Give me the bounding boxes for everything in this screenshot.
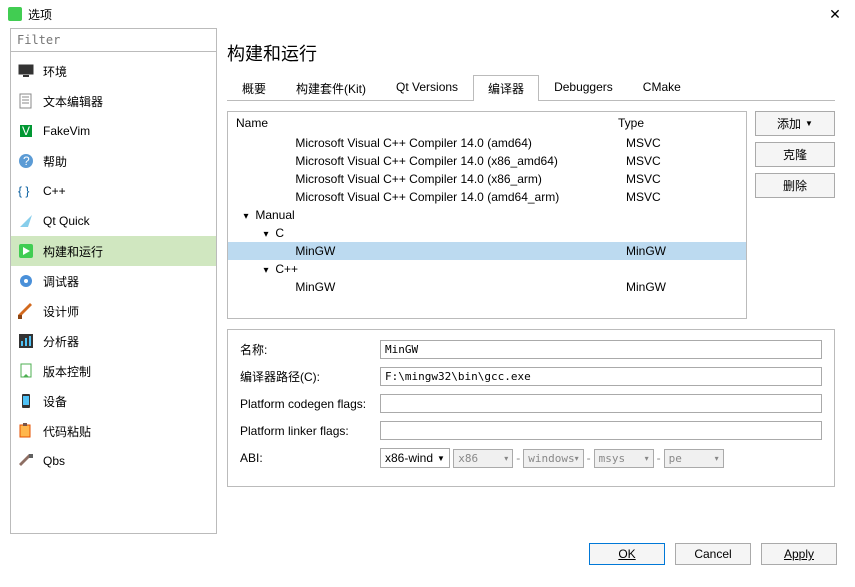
abi-main-select[interactable]: x86-wind▼ (380, 448, 450, 468)
tab-5[interactable]: CMake (628, 75, 696, 101)
tabs: 概要构建套件(Kit)Qt Versions编译器DebuggersCMake (227, 74, 835, 101)
tree-row[interactable]: Microsoft Visual C++ Compiler 14.0 (amd6… (228, 134, 746, 152)
doc-icon (17, 92, 35, 110)
sidebar-item-label: Qt Quick (43, 214, 90, 228)
cpp-icon: { } (17, 182, 35, 200)
sidebar-item-8[interactable]: 设计师 (11, 296, 216, 326)
tab-0[interactable]: 概要 (227, 75, 281, 101)
column-header-type[interactable]: Type (618, 116, 738, 130)
expander-icon: ▾ (260, 265, 272, 276)
build-icon (17, 242, 35, 260)
apply-button[interactable]: Apply (761, 543, 837, 565)
clone-button[interactable]: 克隆 (755, 142, 835, 167)
compiler-tree[interactable]: Name Type Microsoft Visual C++ Compiler … (227, 111, 747, 319)
close-icon[interactable]: ✕ (823, 6, 847, 23)
monitor-icon (17, 62, 35, 80)
abi-controls: x86-wind▼ x86 ▾-windows ▾-msys ▾-pe ▾ (380, 448, 724, 468)
device-icon (17, 392, 35, 410)
app-logo-icon (8, 7, 22, 21)
debug-icon (17, 272, 35, 290)
abi-label: ABI: (240, 451, 380, 465)
compiler-path-label: 编译器路径(C): (240, 368, 380, 385)
cancel-button[interactable]: Cancel (675, 543, 751, 565)
tab-4[interactable]: Debuggers (539, 75, 628, 101)
sidebar-item-label: 环境 (43, 63, 67, 80)
tree-row[interactable]: Microsoft Visual C++ Compiler 14.0 (amd6… (228, 188, 746, 206)
window-title: 选项 (28, 6, 823, 23)
sidebar-item-label: 文本编辑器 (43, 93, 103, 110)
page-title: 构建和运行 (227, 28, 835, 74)
sidebar-item-label: 分析器 (43, 333, 79, 350)
sidebar-item-7[interactable]: 调试器 (11, 266, 216, 296)
abi-part-select[interactable]: x86 ▾ (453, 449, 513, 468)
qbs-icon (17, 452, 35, 470)
sidebar-item-5[interactable]: Qt Quick (11, 206, 216, 236)
delete-button[interactable]: 删除 (755, 173, 835, 198)
sidebar-item-9[interactable]: 分析器 (11, 326, 216, 356)
tab-2[interactable]: Qt Versions (381, 75, 473, 101)
help-icon: ? (17, 152, 35, 170)
linker-flags-input[interactable] (380, 421, 822, 440)
sidebar-item-label: C++ (43, 184, 66, 198)
tree-row[interactable]: Microsoft Visual C++ Compiler 14.0 (x86_… (228, 152, 746, 170)
sidebar-item-3[interactable]: ? 帮助 (11, 146, 216, 176)
chevron-down-icon: ▼ (805, 119, 813, 128)
sidebar-item-13[interactable]: Qbs (11, 446, 216, 476)
abi-part-select[interactable]: windows ▾ (523, 449, 583, 468)
name-input[interactable] (380, 340, 822, 359)
tree-row[interactable]: ▾ C++ (228, 260, 746, 278)
sidebar: 环境文本编辑器 V FakeVim? 帮助 { } C++ Qt Quick 构建和运行调试器… (10, 28, 217, 534)
quick-icon (17, 212, 35, 230)
sidebar-item-label: 设计师 (43, 303, 79, 320)
tree-row[interactable]: ▾ C (228, 224, 746, 242)
sidebar-item-label: Qbs (43, 454, 65, 468)
svg-text:V: V (22, 124, 30, 138)
tree-row[interactable]: Microsoft Visual C++ Compiler 14.0 (x86_… (228, 170, 746, 188)
codegen-flags-label: Platform codegen flags: (240, 397, 380, 411)
sidebar-item-12[interactable]: 代码粘贴 (11, 416, 216, 446)
sidebar-item-label: FakeVim (43, 124, 90, 138)
design-icon (17, 302, 35, 320)
ok-button[interactable]: OK (589, 543, 665, 565)
expander-icon: ▾ (240, 211, 252, 222)
filter-input[interactable] (11, 29, 216, 52)
sidebar-item-label: 调试器 (43, 273, 79, 290)
compiler-path-input[interactable] (380, 367, 822, 386)
sidebar-item-label: 构建和运行 (43, 243, 103, 260)
sidebar-item-6[interactable]: 构建和运行 (11, 236, 216, 266)
name-label: 名称: (240, 341, 380, 358)
vcs-icon (17, 362, 35, 380)
tree-row[interactable]: ▾ Manual (228, 206, 746, 224)
abi-part-select[interactable]: msys ▾ (594, 449, 654, 468)
sidebar-item-label: 设备 (43, 393, 67, 410)
sidebar-item-2[interactable]: V FakeVim (11, 116, 216, 146)
add-button[interactable]: 添加▼ (755, 111, 835, 136)
sidebar-item-4[interactable]: { } C++ (11, 176, 216, 206)
codegen-flags-input[interactable] (380, 394, 822, 413)
sidebar-item-label: 帮助 (43, 153, 67, 170)
column-header-name[interactable]: Name (236, 116, 618, 130)
svg-text:{ }: { } (18, 184, 29, 198)
analyze-icon (17, 332, 35, 350)
sidebar-item-1[interactable]: 文本编辑器 (11, 86, 216, 116)
linker-flags-label: Platform linker flags: (240, 424, 380, 438)
sidebar-item-label: 代码粘贴 (43, 423, 91, 440)
sidebar-item-label: 版本控制 (43, 363, 91, 380)
tab-3[interactable]: 编译器 (473, 75, 539, 101)
abi-part-select[interactable]: pe ▾ (664, 449, 724, 468)
sidebar-item-10[interactable]: 版本控制 (11, 356, 216, 386)
tree-row[interactable]: MinGWMinGW (228, 242, 746, 260)
sidebar-item-11[interactable]: 设备 (11, 386, 216, 416)
sidebar-item-0[interactable]: 环境 (11, 56, 216, 86)
details-panel: 名称: 编译器路径(C): Platform codegen flags: Pl… (227, 329, 835, 487)
svg-text:?: ? (23, 154, 30, 168)
tab-1[interactable]: 构建套件(Kit) (281, 75, 381, 101)
vim-icon: V (17, 122, 35, 140)
tree-row[interactable]: MinGWMinGW (228, 278, 746, 296)
expander-icon: ▾ (260, 229, 272, 240)
paste-icon (17, 422, 35, 440)
